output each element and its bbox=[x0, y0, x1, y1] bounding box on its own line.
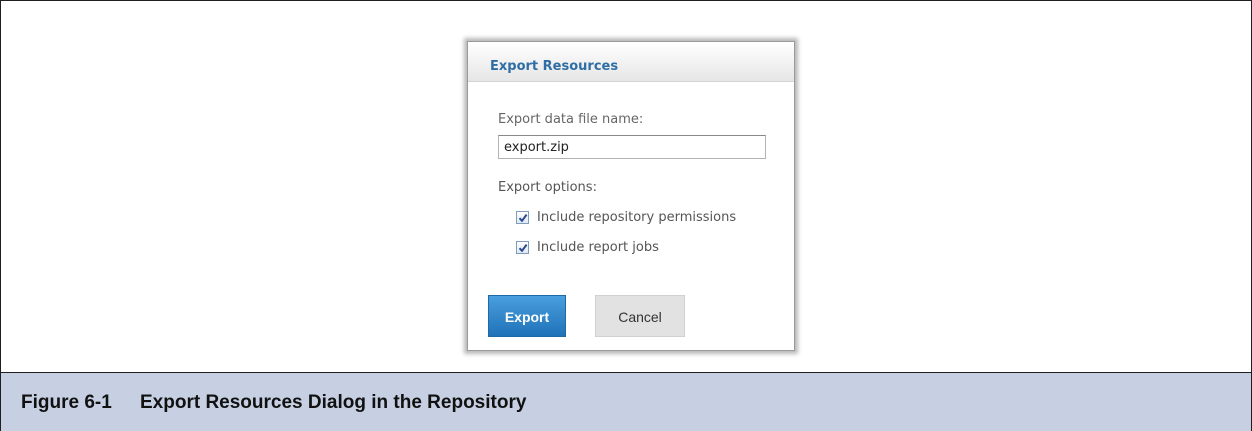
figure-caption: Export Resources Dialog in the Repositor… bbox=[140, 392, 527, 413]
dialog-title: Export Resources bbox=[490, 59, 619, 74]
checkmark-icon bbox=[518, 213, 528, 222]
option-include-report-jobs[interactable]: Include report jobs bbox=[516, 238, 659, 256]
checkmark-icon bbox=[518, 243, 528, 252]
include-report-jobs-label: Include report jobs bbox=[537, 239, 659, 255]
export-button[interactable]: Export bbox=[488, 295, 566, 337]
figure-screenshot: Export Resources Export data file name: … bbox=[1, 1, 1251, 371]
include-permissions-checkbox[interactable] bbox=[516, 210, 529, 224]
cancel-button[interactable]: Cancel bbox=[595, 295, 685, 337]
file-name-label: Export data file name: bbox=[498, 112, 644, 127]
dialog-header: Export Resources bbox=[468, 42, 794, 82]
file-name-input[interactable] bbox=[498, 135, 766, 159]
include-report-jobs-checkbox[interactable] bbox=[516, 240, 529, 254]
figure-caption-bar: Figure 6-1 Export Resources Dialog in th… bbox=[1, 372, 1251, 431]
export-resources-dialog: Export Resources Export data file name: … bbox=[467, 41, 795, 351]
export-options-label: Export options: bbox=[498, 180, 597, 195]
include-permissions-label: Include repository permissions bbox=[537, 209, 737, 225]
option-include-repository-permissions[interactable]: Include repository permissions bbox=[516, 208, 736, 226]
figure-number: Figure 6-1 bbox=[21, 392, 112, 413]
